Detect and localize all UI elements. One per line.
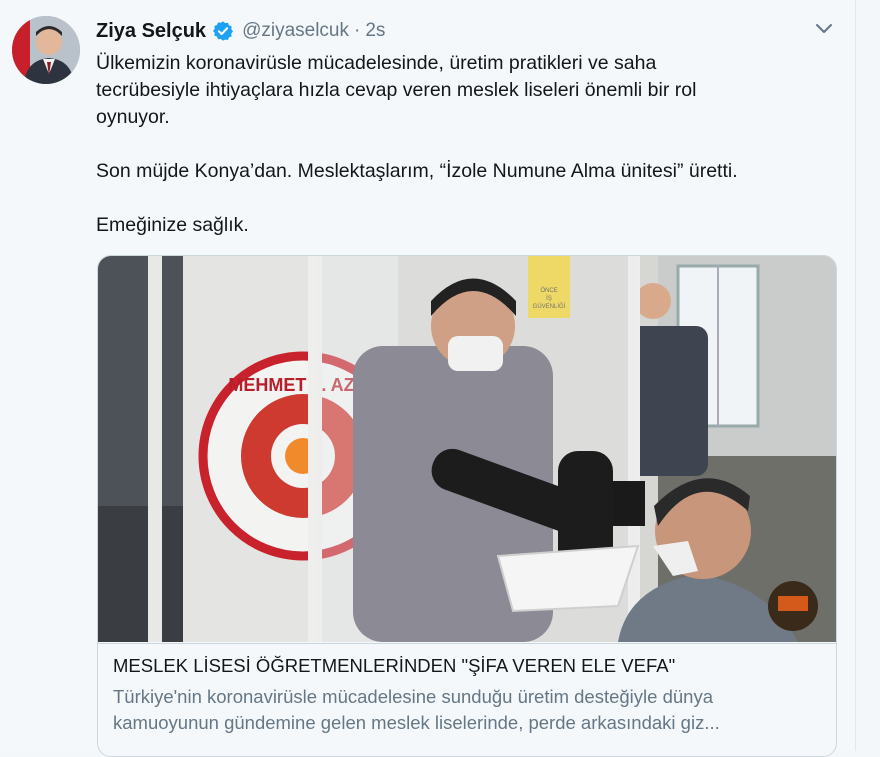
tweet-line: Emeğinize sağlık. bbox=[96, 214, 249, 236]
avatar-photo bbox=[12, 16, 80, 84]
card-description-line: Türkiye'nin koronavirüsle mücadelesine s… bbox=[113, 686, 713, 707]
tweet-time[interactable]: 2s bbox=[365, 20, 385, 42]
card-description-line: kamuoyunun gündemine gelen meslek lisele… bbox=[113, 712, 720, 733]
card-description: Türkiye'nin koronavirüsle mücadelesine s… bbox=[113, 684, 823, 736]
verified-badge-icon bbox=[212, 20, 234, 42]
card-title[interactable]: MESLEK LİSESİ ÖĞRETMENLERİNDEN "ŞİFA VER… bbox=[113, 655, 675, 677]
tweet-line: tecrübesiyle ihtiyaçlara hızla cevap ver… bbox=[96, 79, 697, 101]
tweet-line: oynuyor. bbox=[96, 106, 170, 128]
link-card[interactable]: MEHMET ... AZA ÖNCE İŞ GÜVENLİĞİ MESLEK … bbox=[97, 255, 837, 757]
card-photo[interactable]: MEHMET ... AZA ÖNCE İŞ GÜVENLİĞİ bbox=[98, 256, 836, 642]
tweet-line: Ülkemizin koronavirüsle mücadelesinde, ü… bbox=[96, 52, 657, 74]
tweet-line: Son müjde Konya’dan. Meslektaşlarım, “İz… bbox=[96, 160, 738, 182]
tweet-header: Ziya Selçuk @ziyaselcuk · 2s bbox=[96, 17, 385, 45]
avatar[interactable] bbox=[12, 16, 80, 84]
author-name[interactable]: Ziya Selçuk bbox=[96, 20, 206, 43]
tweet-text: Ülkemizin koronavirüsle mücadelesinde, ü… bbox=[96, 50, 816, 239]
chevron-down-icon[interactable] bbox=[812, 16, 836, 40]
tweet[interactable]: Ziya Selçuk @ziyaselcuk · 2s Ülkemizin k… bbox=[0, 0, 856, 757]
workshop-photo: MEHMET ... AZA ÖNCE İŞ GÜVENLİĞİ bbox=[98, 256, 836, 642]
card-info[interactable]: MESLEK LİSESİ ÖĞRETMENLERİNDEN "ŞİFA VER… bbox=[98, 643, 836, 756]
author-handle[interactable]: @ziyaselcuk bbox=[242, 20, 349, 42]
separator-dot: · bbox=[354, 20, 361, 41]
